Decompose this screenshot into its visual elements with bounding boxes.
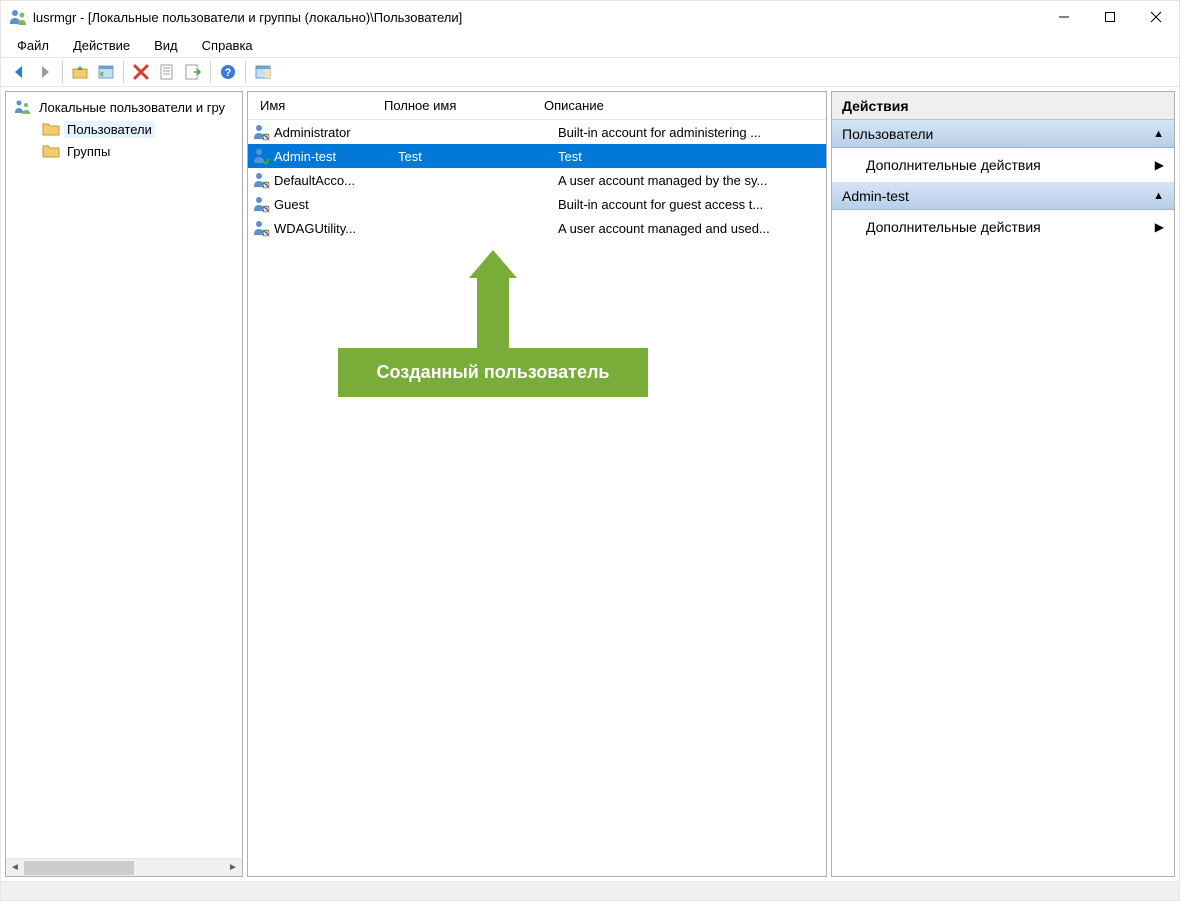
tree-root-item[interactable]: Локальные пользователи и гру <box>6 96 242 118</box>
nav-back-button[interactable] <box>7 60 31 84</box>
refresh-button[interactable] <box>155 60 179 84</box>
user-name-cell: Administrator <box>274 125 398 140</box>
folder-icon <box>42 143 60 159</box>
user-row[interactable]: DefaultAcco... A user account managed by … <box>248 168 826 192</box>
content-area: Локальные пользователи и гру Пользовател… <box>1 87 1179 882</box>
actions-more-selected[interactable]: Дополнительные действия ▶ <box>832 210 1174 244</box>
chevron-right-icon: ▶ <box>1155 158 1164 172</box>
user-row[interactable]: Guest Built-in account for guest access t… <box>248 192 826 216</box>
collapse-icon: ▲ <box>1153 128 1164 140</box>
actions-panel: Действия Пользователи ▲ Дополнительные д… <box>831 91 1175 877</box>
tree-h-scrollbar[interactable]: ◄ ► <box>6 858 242 876</box>
user-icon <box>252 123 270 141</box>
list-rows: Administrator Built-in account for admini… <box>248 120 826 876</box>
collapse-icon: ▲ <box>1153 190 1164 202</box>
user-icon <box>252 219 270 237</box>
user-description-cell: A user account managed and used... <box>558 221 826 236</box>
toolbar-separator <box>123 61 124 83</box>
user-description-cell: Test <box>558 149 826 164</box>
user-icon <box>252 147 270 165</box>
user-name-cell: Admin-test <box>274 149 398 164</box>
actions-section-users-label: Пользователи <box>842 126 933 142</box>
properties-button[interactable] <box>94 60 118 84</box>
menu-view[interactable]: Вид <box>144 36 188 55</box>
users-groups-icon <box>14 99 32 115</box>
tree-root-label: Локальные пользователи и гру <box>36 99 228 116</box>
up-folder-button[interactable] <box>68 60 92 84</box>
tree-groups-label: Группы <box>64 143 113 160</box>
list-panel: Имя Полное имя Описание Administrator Bui… <box>247 91 827 877</box>
user-name-cell: WDAGUtility... <box>274 221 398 236</box>
maximize-button[interactable] <box>1087 1 1133 33</box>
show-actions-pane-button[interactable] <box>251 60 275 84</box>
chevron-right-icon: ▶ <box>1155 220 1164 234</box>
actions-more-users-label: Дополнительные действия <box>866 157 1041 173</box>
toolbar: ? <box>1 57 1179 87</box>
user-row[interactable]: Admin-testTestTest <box>248 144 826 168</box>
window-title: lusrmgr - [Локальные пользователи и груп… <box>33 10 1041 25</box>
user-name-cell: DefaultAcco... <box>274 173 398 188</box>
actions-section-users[interactable]: Пользователи ▲ <box>832 120 1174 148</box>
menu-action[interactable]: Действие <box>63 36 140 55</box>
tree-users-label: Пользователи <box>64 121 155 138</box>
lusrmgr-app-icon <box>9 8 27 26</box>
list-header: Имя Полное имя Описание <box>248 92 826 120</box>
titlebar: lusrmgr - [Локальные пользователи и груп… <box>1 1 1179 33</box>
user-icon <box>252 171 270 189</box>
menu-help[interactable]: Справка <box>192 36 263 55</box>
menubar: Файл Действие Вид Справка <box>1 33 1179 57</box>
minimize-button[interactable] <box>1041 1 1087 33</box>
tree-groups-item[interactable]: Группы <box>6 140 242 162</box>
user-name-cell: Guest <box>274 197 398 212</box>
close-button[interactable] <box>1133 1 1179 33</box>
window-controls <box>1041 1 1179 33</box>
delete-button[interactable] <box>129 60 153 84</box>
user-description-cell: Built-in account for guest access t... <box>558 197 826 212</box>
column-header-name[interactable]: Имя <box>252 94 376 117</box>
tree-body: Локальные пользователи и гру Пользовател… <box>6 92 242 858</box>
menu-file[interactable]: Файл <box>7 36 59 55</box>
toolbar-separator <box>210 61 211 83</box>
actions-panel-title: Действия <box>832 92 1174 120</box>
user-description-cell: A user account managed by the sy... <box>558 173 826 188</box>
scroll-right-button[interactable]: ► <box>224 859 242 877</box>
toolbar-separator <box>62 61 63 83</box>
column-header-fullname[interactable]: Полное имя <box>376 94 536 117</box>
user-row[interactable]: Administrator Built-in account for admini… <box>248 120 826 144</box>
folder-icon <box>42 121 60 137</box>
actions-more-users[interactable]: Дополнительные действия ▶ <box>832 148 1174 182</box>
toolbar-separator <box>245 61 246 83</box>
user-icon <box>252 195 270 213</box>
actions-more-selected-label: Дополнительные действия <box>866 219 1041 235</box>
user-row[interactable]: WDAGUtility... A user account managed and… <box>248 216 826 240</box>
svg-text:?: ? <box>225 67 232 79</box>
statusbar <box>1 882 1179 900</box>
user-description-cell: Built-in account for administering ... <box>558 125 826 140</box>
help-button[interactable]: ? <box>216 60 240 84</box>
export-list-button[interactable] <box>181 60 205 84</box>
user-fullname-cell: Test <box>398 149 558 164</box>
nav-forward-button[interactable] <box>33 60 57 84</box>
scroll-left-button[interactable]: ◄ <box>6 859 24 877</box>
tree-panel: Локальные пользователи и гру Пользовател… <box>5 91 243 877</box>
tree-users-item[interactable]: Пользователи <box>6 118 242 140</box>
scroll-track[interactable] <box>24 859 224 877</box>
column-header-description[interactable]: Описание <box>536 94 826 117</box>
actions-section-selected[interactable]: Admin-test ▲ <box>832 182 1174 210</box>
scroll-thumb[interactable] <box>24 861 134 875</box>
actions-section-selected-label: Admin-test <box>842 188 909 204</box>
app-window: lusrmgr - [Локальные пользователи и груп… <box>0 0 1180 901</box>
